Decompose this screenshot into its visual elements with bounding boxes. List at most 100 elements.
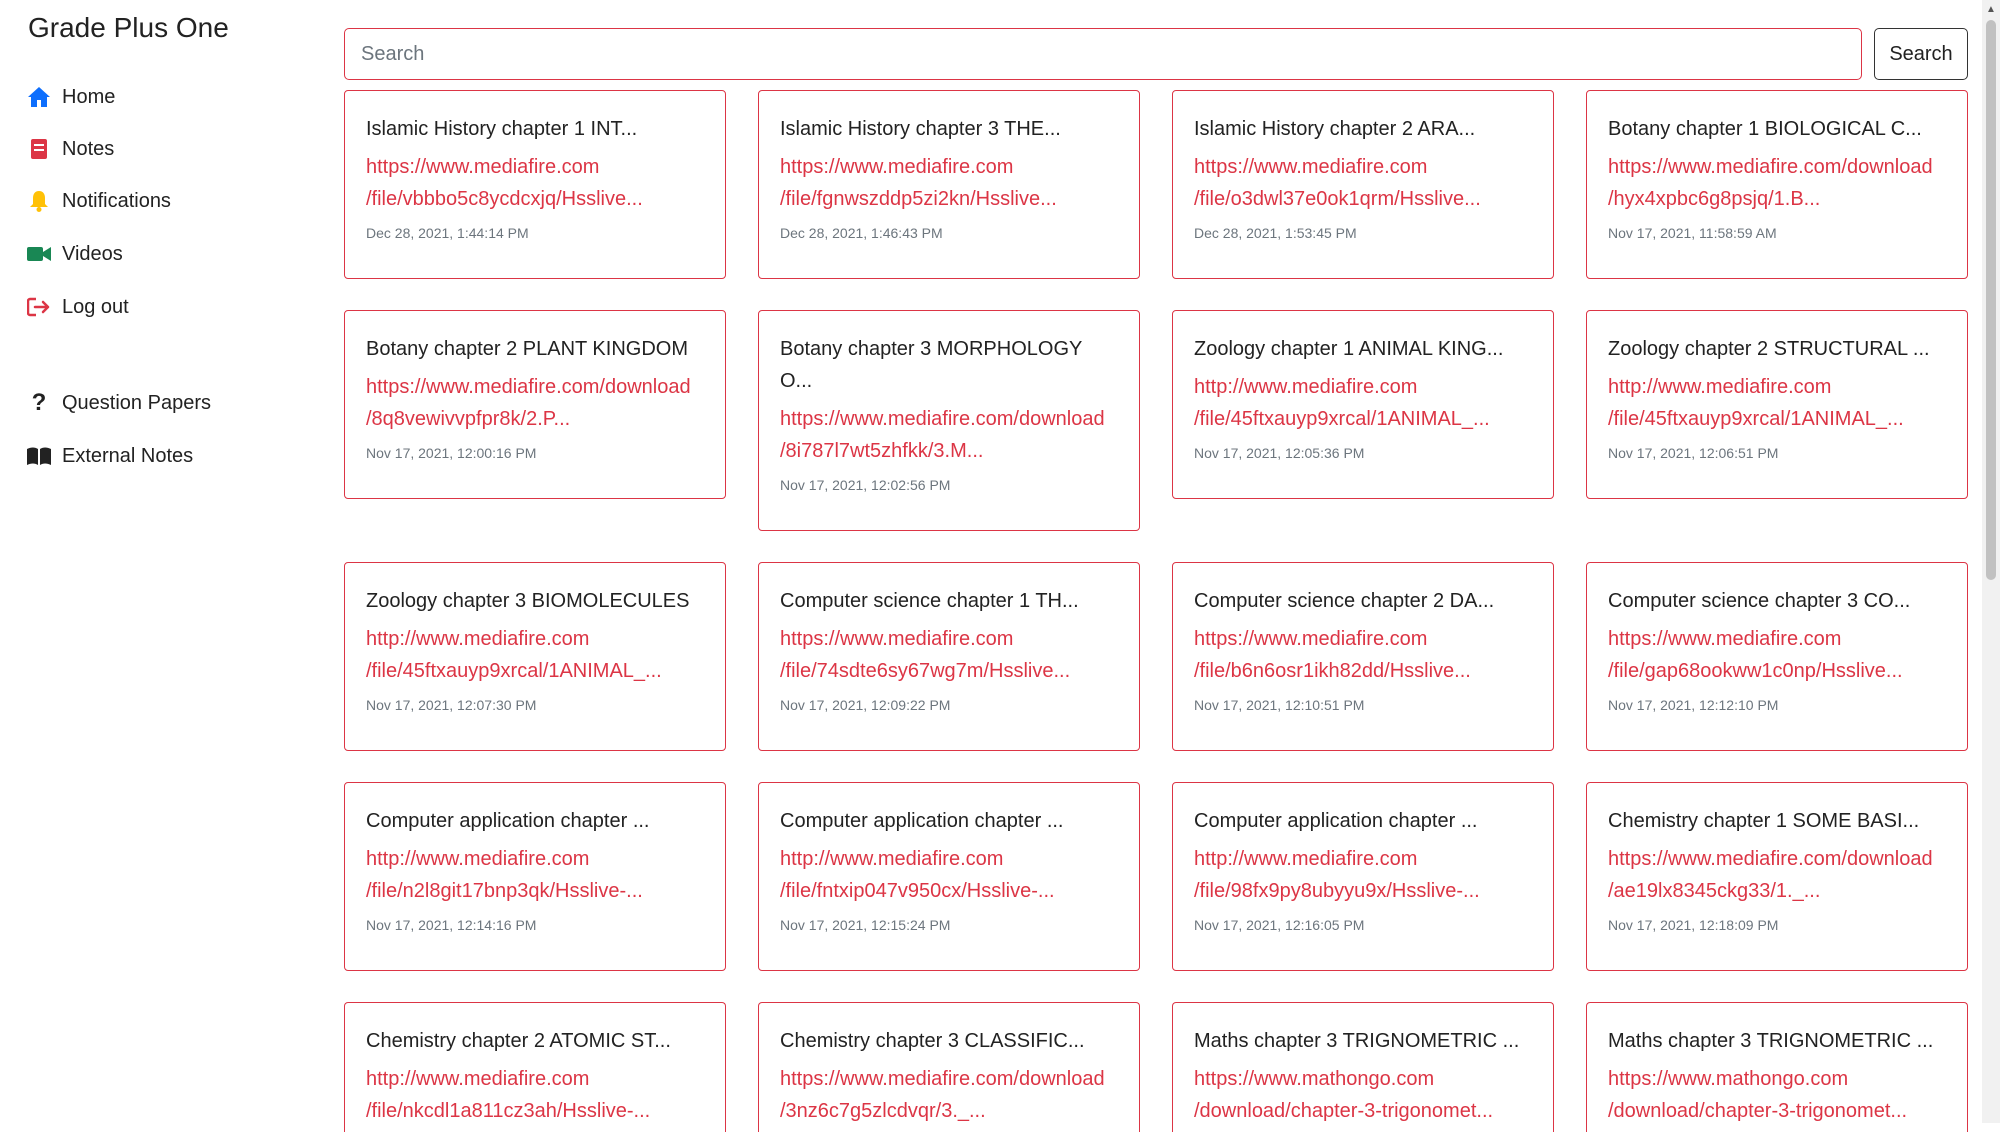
card-link[interactable]: https://www.mediafire.com/download/ae19l…	[1608, 843, 1947, 907]
card-title: Islamic History chapter 3 THE...	[780, 118, 1061, 140]
card-title: Zoology chapter 1 ANIMAL KING...	[1194, 338, 1504, 360]
card-title: Botany chapter 1 BIOLOGICAL C...	[1608, 118, 1922, 140]
question-icon: ?	[31, 389, 47, 416]
card-title: Zoology chapter 3 BIOMOLECULES	[366, 590, 690, 612]
card-link[interactable]: http://www.mediafire.com/file/fntxip047v…	[780, 843, 1119, 907]
card-link[interactable]: https://www.mediafire.com/file/fgnwszddp…	[780, 151, 1119, 215]
card-date: Nov 17, 2021, 12:14:16 PM	[366, 917, 537, 933]
card-date: Nov 17, 2021, 12:06:51 PM	[1608, 445, 1779, 461]
search-button[interactable]: Search	[1874, 28, 1968, 80]
note-card[interactable]: Zoology chapter 1 ANIMAL KING... http://…	[1172, 310, 1554, 499]
card-title: Islamic History chapter 2 ARA...	[1194, 118, 1476, 140]
note-card[interactable]: Chemistry chapter 1 SOME BASI... https:/…	[1586, 782, 1968, 971]
note-card[interactable]: Computer science chapter 2 DA... https:/…	[1172, 562, 1554, 751]
card-title: Chemistry chapter 2 ATOMIC ST...	[366, 1030, 671, 1052]
sidebar: Grade Plus One Home Notes Notifications …	[0, 0, 330, 1123]
note-card[interactable]: Islamic History chapter 2 ARA... https:/…	[1172, 90, 1554, 279]
book-icon	[26, 443, 52, 469]
sidebar-item-label: Question Papers	[62, 391, 211, 414]
card-link[interactable]: https://www.mediafire.com/download/hyx4x…	[1608, 151, 1947, 215]
card-link[interactable]: https://www.mediafire.com/file/o3dwl37e0…	[1194, 151, 1533, 215]
card-title: Computer application chapter ...	[1194, 810, 1478, 832]
card-date: Dec 28, 2021, 1:53:45 PM	[1194, 225, 1357, 241]
card-title: Computer application chapter ...	[780, 810, 1064, 832]
home-icon	[26, 84, 52, 110]
card-link[interactable]: https://www.mediafire.com/download/8q8ve…	[366, 371, 705, 435]
card-title: Computer science chapter 3 CO...	[1608, 590, 1911, 612]
card-date: Nov 17, 2021, 12:18:09 PM	[1608, 917, 1779, 933]
card-link[interactable]: https://www.mediafire.com/file/b6n6osr1i…	[1194, 623, 1533, 687]
card-link[interactable]: http://www.mediafire.com/file/98fx9py8ub…	[1194, 843, 1533, 907]
card-title: Maths chapter 3 TRIGNOMETRIC ...	[1194, 1030, 1520, 1052]
card-title: Islamic History chapter 1 INT...	[366, 118, 638, 140]
note-card[interactable]: Botany chapter 3 MORPHOLOGY O... https:/…	[758, 310, 1140, 531]
card-title: Computer application chapter ...	[366, 810, 650, 832]
card-date: Dec 28, 2021, 1:46:43 PM	[780, 225, 943, 241]
card-link[interactable]: https://www.mediafire.com/download/8i787…	[780, 403, 1119, 467]
sidebar-item-external-notes[interactable]: External Notes	[26, 443, 193, 469]
card-title: Chemistry chapter 1 SOME BASI...	[1608, 810, 1920, 832]
sidebar-item-label: External Notes	[62, 444, 194, 467]
note-card[interactable]: Zoology chapter 3 BIOMOLECULES http://ww…	[344, 562, 726, 751]
card-link[interactable]: http://www.mediafire.com/file/n2l8git17b…	[366, 843, 705, 907]
card-date: Nov 17, 2021, 12:09:22 PM	[780, 697, 951, 713]
page-scrollbar[interactable]: ▲	[1982, 0, 2000, 1123]
sidebar-item-label: Home	[62, 85, 116, 108]
card-link[interactable]: https://www.mediafire.com/file/74sdte6sy…	[780, 623, 1119, 687]
card-link[interactable]: http://www.mediafire.com/file/45ftxauyp9…	[1608, 371, 1947, 435]
card-date: Dec 28, 2021, 1:44:14 PM	[366, 225, 529, 241]
note-card[interactable]: Islamic History chapter 3 THE... https:/…	[758, 90, 1140, 279]
note-card[interactable]: Botany chapter 2 PLANT KINGDOM https://w…	[344, 310, 726, 499]
video-icon	[26, 241, 52, 267]
notes-icon	[26, 136, 52, 162]
note-card[interactable]: Botany chapter 1 BIOLOGICAL C... https:/…	[1586, 90, 1968, 279]
card-date: Nov 17, 2021, 12:07:30 PM	[366, 697, 537, 713]
sidebar-item-notes[interactable]: Notes	[26, 136, 114, 162]
note-card[interactable]: Computer science chapter 1 TH... https:/…	[758, 562, 1140, 751]
card-link[interactable]: https://www.mathongo.com/download/chapte…	[1608, 1063, 1947, 1127]
card-link[interactable]: https://www.mathongo.com/download/chapte…	[1194, 1063, 1533, 1127]
scroll-up-arrow-icon[interactable]: ▲	[1982, 0, 2000, 18]
note-card[interactable]: Zoology chapter 2 STRUCTURAL ... http://…	[1586, 310, 1968, 499]
card-title: Botany chapter 2 PLANT KINGDOM	[366, 338, 688, 360]
card-link[interactable]: https://www.mediafire.com/download/3nz6c…	[780, 1063, 1119, 1127]
note-card[interactable]: Computer science chapter 3 CO... https:/…	[1586, 562, 1968, 751]
sidebar-item-logout[interactable]: Log out	[26, 294, 129, 320]
card-link[interactable]: http://www.mediafire.com/file/45ftxauyp9…	[366, 623, 705, 687]
note-card[interactable]: Computer application chapter ... http://…	[758, 782, 1140, 971]
search-input[interactable]	[344, 28, 1862, 80]
note-card[interactable]: Maths chapter 3 TRIGNOMETRIC ... https:/…	[1586, 1002, 1968, 1132]
card-title: Computer science chapter 1 TH...	[780, 590, 1079, 612]
card-date: Nov 17, 2021, 12:16:05 PM	[1194, 917, 1365, 933]
card-link[interactable]: https://www.mediafire.com/file/gap68ookw…	[1608, 623, 1947, 687]
card-date: Nov 17, 2021, 12:15:24 PM	[780, 917, 951, 933]
logout-icon	[26, 294, 52, 320]
sidebar-item-label: Videos	[62, 242, 123, 265]
card-date: Nov 17, 2021, 12:10:51 PM	[1194, 697, 1365, 713]
card-title: Chemistry chapter 3 CLASSIFIC...	[780, 1030, 1085, 1052]
card-date: Nov 17, 2021, 12:00:16 PM	[366, 445, 537, 461]
sidebar-item-videos[interactable]: Videos	[26, 241, 123, 267]
card-link[interactable]: http://www.mediafire.com/file/nkcdl1a811…	[366, 1063, 705, 1127]
card-link[interactable]: http://www.mediafire.com/file/45ftxauyp9…	[1194, 371, 1533, 435]
note-card[interactable]: Islamic History chapter 1 INT... https:/…	[344, 90, 726, 279]
card-date: Nov 17, 2021, 12:12:10 PM	[1608, 697, 1779, 713]
note-card[interactable]: Computer application chapter ... http://…	[344, 782, 726, 971]
note-card[interactable]: Maths chapter 3 TRIGNOMETRIC ... https:/…	[1172, 1002, 1554, 1132]
note-card[interactable]: Chemistry chapter 3 CLASSIFIC... https:/…	[758, 1002, 1140, 1132]
app-title[interactable]: Grade Plus One	[28, 12, 229, 44]
sidebar-item-question-papers[interactable]: ? Question Papers	[26, 389, 211, 416]
sidebar-item-notifications[interactable]: Notifications	[26, 188, 171, 214]
sidebar-item-label: Notes	[62, 137, 115, 160]
sidebar-item-home[interactable]: Home	[26, 84, 115, 110]
note-card[interactable]: Chemistry chapter 2 ATOMIC ST... http://…	[344, 1002, 726, 1132]
sidebar-item-label: Log out	[62, 295, 129, 318]
card-date: Nov 17, 2021, 12:05:36 PM	[1194, 445, 1365, 461]
card-date: Nov 17, 2021, 12:02:56 PM	[780, 477, 951, 493]
note-card[interactable]: Computer application chapter ... http://…	[1172, 782, 1554, 971]
sidebar-item-label: Notifications	[62, 189, 171, 212]
scrollbar-thumb[interactable]	[1986, 20, 1996, 580]
card-link[interactable]: https://www.mediafire.com/file/vbbbo5c8y…	[366, 151, 705, 215]
card-title: Maths chapter 3 TRIGNOMETRIC ...	[1608, 1030, 1934, 1052]
card-title: Botany chapter 3 MORPHOLOGY O...	[780, 338, 1082, 392]
